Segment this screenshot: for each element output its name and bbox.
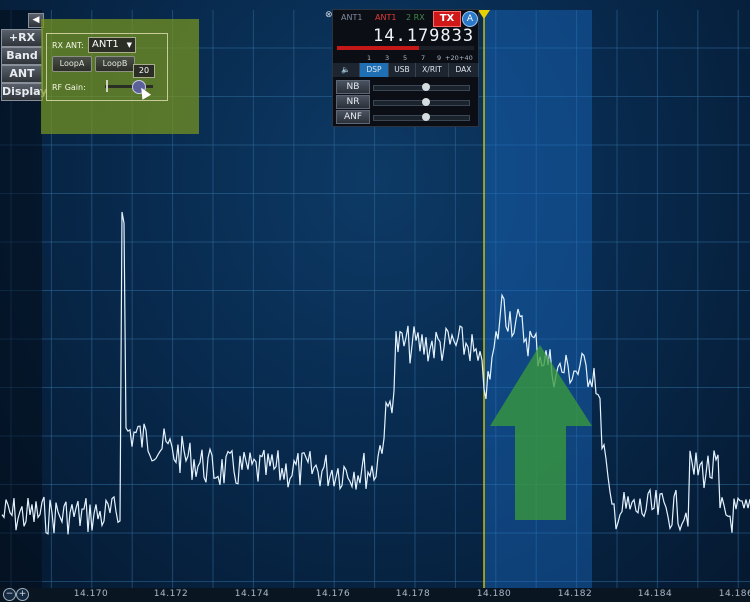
rx-ant-label: RX ANT:	[52, 41, 84, 50]
slice-ant-b[interactable]: ANT1	[375, 13, 396, 22]
freq-label: 14.170	[73, 589, 109, 599]
close-slice-icon[interactable]: ⊗	[325, 10, 333, 20]
s-meter-tick: 1	[367, 54, 372, 62]
panadapter-window: 14.170 14.172 14.174 14.176 14.178 14.18…	[0, 0, 750, 602]
anf-button[interactable]: ANF	[336, 110, 370, 124]
nb-button[interactable]: NB	[336, 80, 370, 94]
tab-mode[interactable]: USB	[389, 63, 416, 77]
slice-letter-badge: A	[462, 11, 478, 27]
anf-slider-knob[interactable]	[422, 113, 431, 121]
slice-rx-count: 2 RX	[406, 13, 425, 22]
slice-panel: ⊗ ANT1 ANT1 2 RX TX A 14.179833 1 3 5 7 …	[325, 9, 479, 127]
chevron-down-icon: ▼	[126, 41, 132, 49]
arrow-left-icon: ◀	[32, 15, 40, 25]
nr-slider[interactable]	[373, 98, 470, 106]
tab-xrit[interactable]: X/RIT	[416, 63, 449, 77]
rx-ant-select[interactable]: ANT1 ▼	[88, 37, 136, 53]
s-meter-tick: 5	[403, 54, 408, 62]
s-meter-scale: 1 3 5 7 9 +20 +40	[333, 54, 478, 62]
rf-gain-value-box: 20	[133, 64, 155, 78]
menu-display-button[interactable]: Display	[1, 83, 47, 101]
s-meter-tick: 9	[437, 54, 442, 62]
rf-gain-label: RF Gain:	[52, 83, 86, 92]
s-meter-bar	[337, 46, 474, 50]
slice-letter: A	[466, 14, 474, 24]
tx-badge[interactable]: TX	[433, 11, 461, 27]
freq-label: 14.184	[637, 589, 673, 599]
menu-ant-button[interactable]: ANT	[1, 65, 43, 83]
freq-label: 14.182	[557, 589, 593, 599]
rf-gain-value: 20	[138, 66, 150, 75]
zoom-out-icon[interactable]: −	[3, 588, 16, 601]
freq-label: 14.174	[234, 589, 270, 599]
frequency-display[interactable]: 14.179833	[373, 26, 474, 46]
menu-band-button[interactable]: Band	[1, 47, 43, 65]
s-meter-fill	[337, 46, 419, 50]
rx-ant-value: ANT1	[92, 39, 119, 50]
anf-slider[interactable]	[373, 113, 470, 121]
freq-label: 14.172	[153, 589, 189, 599]
ant-panel: RX ANT: ANT1 ▼ LoopA LoopB 20 RF Gain:	[41, 19, 199, 134]
slice-ant-a[interactable]: ANT1	[341, 13, 362, 22]
zoom-in-icon[interactable]: +	[16, 588, 29, 601]
nb-slider[interactable]	[373, 83, 470, 91]
freq-label: 14.176	[315, 589, 351, 599]
freq-label: 14.178	[395, 589, 431, 599]
tab-dsp[interactable]: DSP	[360, 63, 389, 77]
freq-label: 14.186	[718, 589, 750, 599]
s-meter-tick: +20	[445, 54, 459, 62]
tab-speaker[interactable]: 🔈	[333, 63, 360, 77]
nb-slider-knob[interactable]	[422, 83, 431, 91]
loop-b-button[interactable]: LoopB	[95, 56, 135, 72]
nr-button[interactable]: NR	[336, 95, 370, 109]
s-meter-tick: +40	[459, 54, 473, 62]
nr-slider-knob[interactable]	[422, 98, 431, 106]
tab-dax[interactable]: DAX	[449, 63, 479, 77]
spectrum-trace	[1, 211, 750, 535]
tx-badge-label: TX	[439, 13, 455, 24]
rf-gain-slider-tick	[106, 80, 108, 92]
s-meter-tick: 7	[421, 54, 426, 62]
freq-label: 14.180	[476, 589, 512, 599]
menu-rx-button[interactable]: +RX	[1, 29, 43, 47]
speaker-icon: 🔈	[341, 65, 351, 74]
s-meter-tick: 3	[385, 54, 390, 62]
loop-a-button[interactable]: LoopA	[52, 56, 92, 72]
